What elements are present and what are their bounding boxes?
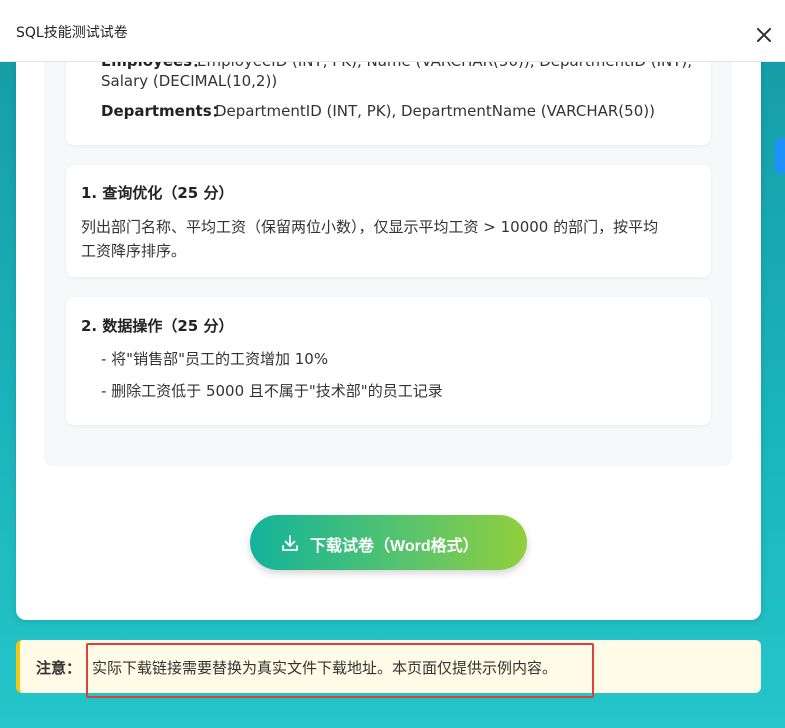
- question-2-item: - 删除工资低于 5000 且不属于"技术部"的员工记录: [101, 382, 443, 400]
- dialog-title-bar: SQL技能测试试卷: [0, 0, 785, 62]
- question-1-line: 工资降序排序。: [81, 242, 187, 260]
- departments-table-fields: DepartmentID (INT, PK), DepartmentName (…: [215, 102, 655, 120]
- side-tab[interactable]: [775, 138, 785, 174]
- notice-label: 注意：: [36, 659, 82, 677]
- departments-table-label: Departments：: [101, 102, 227, 120]
- question-2-item: - 将"销售部"员工的工资增加 10%: [101, 350, 329, 368]
- question-2-title: 2. 数据操作（25 分）: [81, 317, 234, 335]
- close-icon[interactable]: [753, 24, 775, 46]
- question-1-title: 1. 查询优化（25 分）: [81, 184, 234, 202]
- dialog-title: SQL技能测试试卷: [16, 25, 128, 41]
- question-1-line: 列出部门名称、平均工资（保留两位小数），仅显示平均工资 > 10000 的部门，…: [81, 218, 659, 236]
- download-icon: [282, 535, 298, 551]
- employees-table-fields-line2: Salary (DECIMAL(10,2)): [101, 72, 278, 90]
- download-button-label: 下载试卷（Word格式）: [310, 538, 479, 555]
- notice-banner: 注意： 实际下载链接需要替换为真实文件下载地址。本页面仅提供示例内容。: [16, 640, 761, 693]
- download-exam-button[interactable]: 下载试卷（Word格式）: [250, 515, 527, 570]
- notice-text: 实际下载链接需要替换为真实文件下载地址。本页面仅提供示例内容。: [92, 659, 558, 677]
